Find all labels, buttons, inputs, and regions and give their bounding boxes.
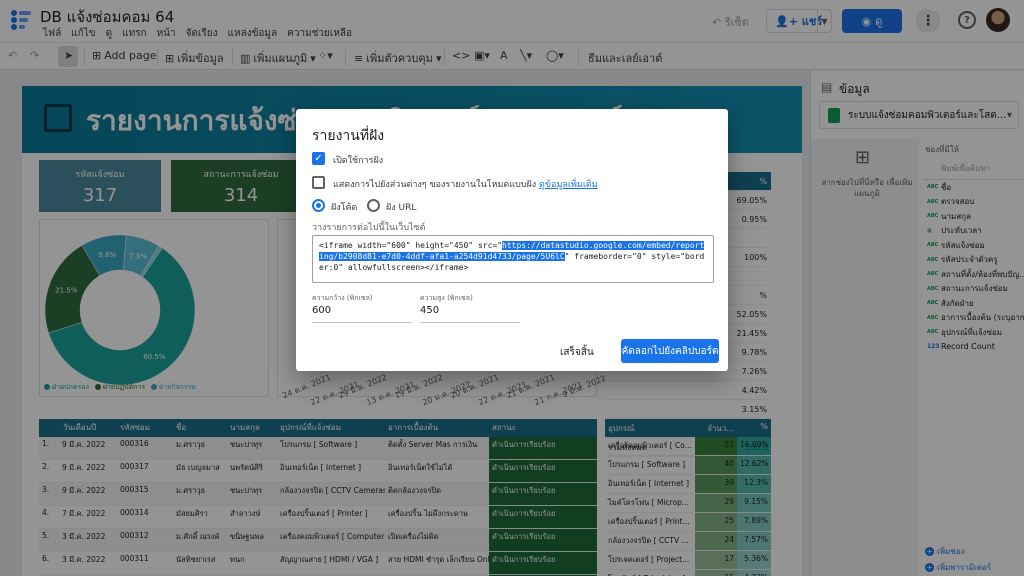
learn-more-link[interactable]: ดูข้อมูลเพิ่มเติม xyxy=(539,180,598,190)
embed-report-dialog: รายงานที่ฝัง ✓ เปิดใช้การฝัง แสดงการไปยั… xyxy=(296,109,728,371)
copy-to-clipboard-button[interactable]: คัดลอกไปยังคลิปบอร์ด xyxy=(621,339,719,363)
embed-code-label: ฝังโค้ด xyxy=(331,203,358,213)
fullscreen-nav-label: แสดงการไปยังส่วนต่างๆ ของรายงานในโหมดแบบ… xyxy=(333,180,598,190)
embed-code-textarea[interactable]: <iframe width="600" height="450" src="ht… xyxy=(312,235,714,283)
embed-url-radio[interactable] xyxy=(367,199,380,212)
dialog-title: รายงานที่ฝัง xyxy=(312,128,385,144)
fullscreen-nav-checkbox[interactable] xyxy=(312,176,325,189)
done-button[interactable]: เสร็จสิ้น xyxy=(560,345,594,360)
embed-code-radio[interactable] xyxy=(312,199,325,212)
embed-url-label: ฝัง URL xyxy=(386,203,417,213)
enable-embed-checkbox[interactable]: ✓ xyxy=(312,152,325,165)
width-input[interactable]: 600 xyxy=(312,301,412,323)
embed-code-label-hint: วางรายการต่อไปนี้ในเว็บไซต์ xyxy=(312,223,426,233)
height-input[interactable]: 450 xyxy=(420,301,520,323)
enable-embed-label: เปิดใช้การฝัง xyxy=(333,156,384,166)
